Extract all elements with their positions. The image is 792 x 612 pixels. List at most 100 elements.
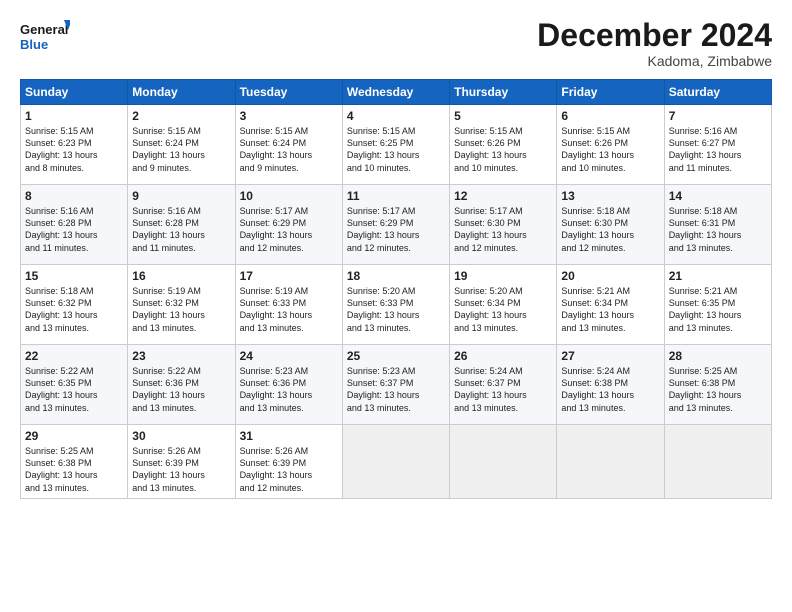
logo-icon: General Blue: [20, 18, 70, 56]
day-number: 8: [25, 189, 123, 203]
cell-content: Sunrise: 5:15 AM Sunset: 6:23 PM Dayligh…: [25, 125, 123, 174]
calendar-cell: 18 Sunrise: 5:20 AM Sunset: 6:33 PM Dayli…: [342, 265, 449, 345]
calendar-cell: 10Sunrise: 5:17 AM Sunset: 6:29 PM Dayli…: [235, 185, 342, 265]
day-number: 6: [561, 109, 659, 123]
calendar-day-header: Sunday: [21, 80, 128, 105]
calendar-cell: 21 Sunrise: 5:21 AM Sunset: 6:35 PM Dayli…: [664, 265, 771, 345]
calendar-cell: 4 Sunrise: 5:15 AM Sunset: 6:25 PM Daylig…: [342, 105, 449, 185]
day-number: 30: [132, 429, 230, 443]
cell-content: Sunrise: 5:17 AM Sunset: 6:30 PM Dayligh…: [454, 205, 552, 254]
calendar-cell: 9Sunrise: 5:16 AM Sunset: 6:28 PM Daylig…: [128, 185, 235, 265]
day-number: 24: [240, 349, 338, 363]
day-number: 16: [132, 269, 230, 283]
calendar-cell: [342, 425, 449, 499]
day-number: 26: [454, 349, 552, 363]
calendar-cell: 19 Sunrise: 5:20 AM Sunset: 6:34 PM Dayli…: [450, 265, 557, 345]
day-number: 29: [25, 429, 123, 443]
day-number: 15: [25, 269, 123, 283]
calendar-cell: 26 Sunrise: 5:24 AM Sunset: 6:37 PM Dayli…: [450, 345, 557, 425]
calendar-cell: 13 Sunrise: 5:18 AM Sunset: 6:30 PM Dayli…: [557, 185, 664, 265]
day-number: 4: [347, 109, 445, 123]
cell-content: Sunrise: 5:20 AM Sunset: 6:33 PM Dayligh…: [347, 285, 445, 334]
day-number: 13: [561, 189, 659, 203]
day-number: 2: [132, 109, 230, 123]
day-number: 11: [347, 189, 445, 203]
day-number: 3: [240, 109, 338, 123]
cell-content: Sunrise: 5:21 AM Sunset: 6:34 PM Dayligh…: [561, 285, 659, 334]
day-number: 5: [454, 109, 552, 123]
cell-content: Sunrise: 5:22 AM Sunset: 6:36 PM Dayligh…: [132, 365, 230, 414]
day-number: 7: [669, 109, 767, 123]
day-number: 28: [669, 349, 767, 363]
svg-text:General: General: [20, 22, 68, 37]
cell-content: Sunrise: 5:21 AM Sunset: 6:35 PM Dayligh…: [669, 285, 767, 334]
calendar-cell: [557, 425, 664, 499]
cell-content: Sunrise: 5:15 AM Sunset: 6:24 PM Dayligh…: [240, 125, 338, 174]
day-number: 17: [240, 269, 338, 283]
cell-content: Sunrise: 5:24 AM Sunset: 6:37 PM Dayligh…: [454, 365, 552, 414]
calendar-cell: 14 Sunrise: 5:18 AM Sunset: 6:31 PM Dayli…: [664, 185, 771, 265]
calendar-cell: 2 Sunrise: 5:15 AM Sunset: 6:24 PM Daylig…: [128, 105, 235, 185]
cell-content: Sunrise: 5:15 AM Sunset: 6:26 PM Dayligh…: [454, 125, 552, 174]
calendar-day-header: Monday: [128, 80, 235, 105]
calendar-cell: [450, 425, 557, 499]
cell-content: Sunrise: 5:26 AM Sunset: 6:39 PM Dayligh…: [132, 445, 230, 494]
cell-content: Sunrise: 5:18 AM Sunset: 6:31 PM Dayligh…: [669, 205, 767, 254]
calendar-cell: 8 Sunrise: 5:16 AM Sunset: 6:28 PM Daylig…: [21, 185, 128, 265]
calendar-header-row: SundayMondayTuesdayWednesdayThursdayFrid…: [21, 80, 772, 105]
day-number: 23: [132, 349, 230, 363]
calendar-day-header: Saturday: [664, 80, 771, 105]
calendar-cell: 29 Sunrise: 5:25 AM Sunset: 6:38 PM Dayli…: [21, 425, 128, 499]
title-block: December 2024 Kadoma, Zimbabwe: [537, 18, 772, 69]
cell-content: Sunrise: 5:22 AM Sunset: 6:35 PM Dayligh…: [25, 365, 123, 414]
cell-content: Sunrise: 5:24 AM Sunset: 6:38 PM Dayligh…: [561, 365, 659, 414]
month-title: December 2024: [537, 18, 772, 53]
cell-content: Sunrise: 5:19 AM Sunset: 6:32 PM Dayligh…: [132, 285, 230, 334]
calendar-cell: 6 Sunrise: 5:15 AM Sunset: 6:26 PM Daylig…: [557, 105, 664, 185]
cell-content: Sunrise: 5:18 AM Sunset: 6:32 PM Dayligh…: [25, 285, 123, 334]
calendar-cell: 30 Sunrise: 5:26 AM Sunset: 6:39 PM Dayli…: [128, 425, 235, 499]
calendar-day-header: Wednesday: [342, 80, 449, 105]
cell-content: Sunrise: 5:15 AM Sunset: 6:26 PM Dayligh…: [561, 125, 659, 174]
cell-content: Sunrise: 5:26 AM Sunset: 6:39 PM Dayligh…: [240, 445, 338, 494]
calendar-cell: 5 Sunrise: 5:15 AM Sunset: 6:26 PM Daylig…: [450, 105, 557, 185]
calendar-day-header: Friday: [557, 80, 664, 105]
calendar-cell: 16 Sunrise: 5:19 AM Sunset: 6:32 PM Dayli…: [128, 265, 235, 345]
calendar-cell: 28Sunrise: 5:25 AM Sunset: 6:38 PM Dayli…: [664, 345, 771, 425]
cell-content: Sunrise: 5:15 AM Sunset: 6:24 PM Dayligh…: [132, 125, 230, 174]
calendar-cell: 7Sunrise: 5:16 AM Sunset: 6:27 PM Daylig…: [664, 105, 771, 185]
cell-content: Sunrise: 5:19 AM Sunset: 6:33 PM Dayligh…: [240, 285, 338, 334]
day-number: 1: [25, 109, 123, 123]
calendar-cell: 27 Sunrise: 5:24 AM Sunset: 6:38 PM Dayli…: [557, 345, 664, 425]
cell-content: Sunrise: 5:17 AM Sunset: 6:29 PM Dayligh…: [240, 205, 338, 254]
day-number: 25: [347, 349, 445, 363]
day-number: 18: [347, 269, 445, 283]
cell-content: Sunrise: 5:16 AM Sunset: 6:28 PM Dayligh…: [25, 205, 123, 254]
calendar: SundayMondayTuesdayWednesdayThursdayFrid…: [20, 79, 772, 499]
location: Kadoma, Zimbabwe: [537, 53, 772, 69]
calendar-cell: 25 Sunrise: 5:23 AM Sunset: 6:37 PM Dayli…: [342, 345, 449, 425]
cell-content: Sunrise: 5:15 AM Sunset: 6:25 PM Dayligh…: [347, 125, 445, 174]
day-number: 14: [669, 189, 767, 203]
cell-content: Sunrise: 5:17 AM Sunset: 6:29 PM Dayligh…: [347, 205, 445, 254]
calendar-cell: 3 Sunrise: 5:15 AM Sunset: 6:24 PM Daylig…: [235, 105, 342, 185]
day-number: 9: [132, 189, 230, 203]
cell-content: Sunrise: 5:18 AM Sunset: 6:30 PM Dayligh…: [561, 205, 659, 254]
calendar-cell: 12Sunrise: 5:17 AM Sunset: 6:30 PM Dayli…: [450, 185, 557, 265]
page: General Blue December 2024 Kadoma, Zimba…: [0, 0, 792, 612]
svg-text:Blue: Blue: [20, 37, 48, 52]
day-number: 31: [240, 429, 338, 443]
day-number: 27: [561, 349, 659, 363]
day-number: 19: [454, 269, 552, 283]
cell-content: Sunrise: 5:23 AM Sunset: 6:36 PM Dayligh…: [240, 365, 338, 414]
calendar-cell: 17 Sunrise: 5:19 AM Sunset: 6:33 PM Dayli…: [235, 265, 342, 345]
calendar-cell: 31 Sunrise: 5:26 AM Sunset: 6:39 PM Dayli…: [235, 425, 342, 499]
header: General Blue December 2024 Kadoma, Zimba…: [20, 18, 772, 69]
cell-content: Sunrise: 5:23 AM Sunset: 6:37 PM Dayligh…: [347, 365, 445, 414]
calendar-day-header: Tuesday: [235, 80, 342, 105]
calendar-cell: 24 Sunrise: 5:23 AM Sunset: 6:36 PM Dayli…: [235, 345, 342, 425]
day-number: 21: [669, 269, 767, 283]
cell-content: Sunrise: 5:20 AM Sunset: 6:34 PM Dayligh…: [454, 285, 552, 334]
cell-content: Sunrise: 5:25 AM Sunset: 6:38 PM Dayligh…: [25, 445, 123, 494]
day-number: 22: [25, 349, 123, 363]
